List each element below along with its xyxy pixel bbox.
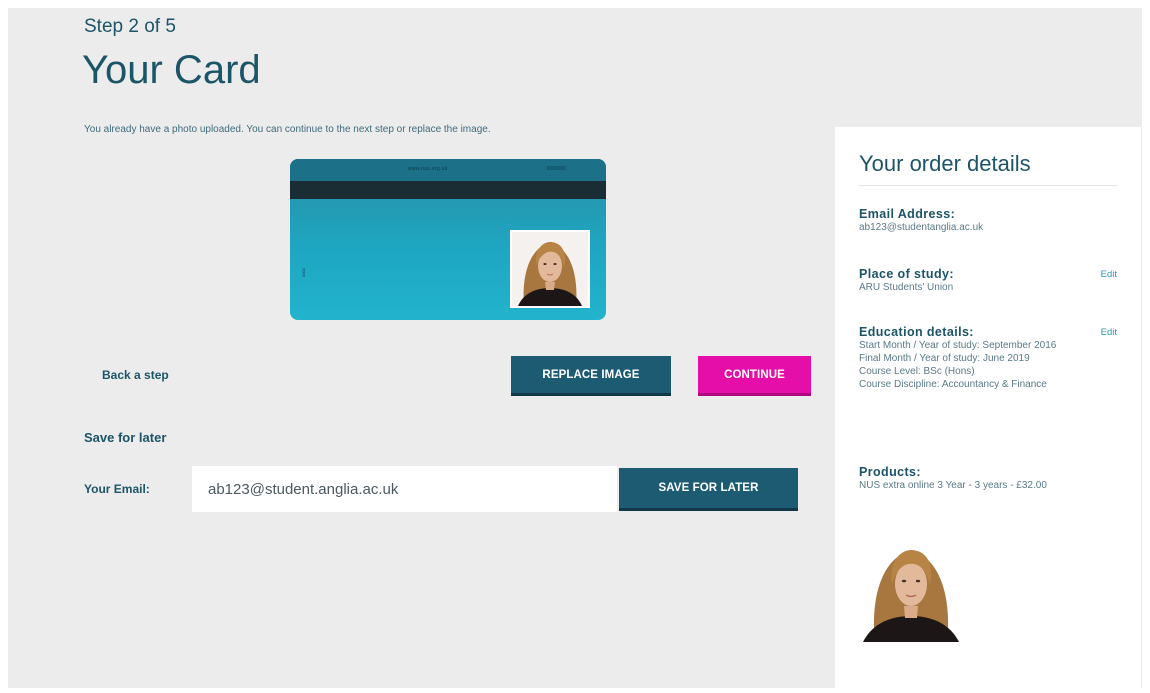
card-preview: www.nus.org.uk 0000000 0000 [290, 159, 606, 320]
email-label: Your Email: [84, 482, 150, 496]
place-section: Place of study: ARU Students' Union Edit [859, 267, 1117, 294]
education-heading: Education details: [859, 325, 974, 339]
page-background: Step 2 of 5 Your Card You already have a… [8, 8, 1142, 688]
order-photo [859, 536, 963, 642]
email-value: ab123@studentanglia.ac.uk [859, 222, 984, 233]
page-title: Your Card [82, 48, 261, 92]
order-details-title: Your order details [859, 151, 1031, 176]
place-value: ARU Students' Union [859, 282, 954, 293]
edit-place-link[interactable]: Edit [1101, 269, 1117, 280]
email-section: Email Address: ab123@studentanglia.ac.uk [859, 207, 1117, 234]
card-photo [510, 230, 590, 308]
back-step-link[interactable]: Back a step [102, 368, 169, 382]
card-url-text: www.nus.org.uk [408, 166, 448, 172]
education-line: Start Month / Year of study: September 2… [859, 340, 1057, 351]
email-heading: Email Address: [859, 207, 956, 221]
place-heading: Place of study: [859, 267, 954, 281]
education-section: Education details: Edit Start Month / Ye… [859, 325, 1117, 391]
portrait-image [512, 232, 588, 306]
portrait-image [859, 536, 963, 642]
email-input[interactable] [192, 466, 617, 512]
save-for-later-button[interactable]: SAVE FOR LATER [619, 468, 798, 511]
card-header-band: www.nus.org.uk 0000000 [290, 159, 606, 181]
card-side-text: 0000 [301, 268, 306, 277]
card-id-text: 0000000 [546, 166, 566, 172]
products-value: NUS extra online 3 Year - 3 years - £32.… [859, 480, 1047, 491]
education-line: Course Level: BSc (Hons) [859, 366, 975, 377]
step-indicator: Step 2 of 5 [84, 16, 176, 37]
replace-image-button[interactable]: REPLACE IMAGE [511, 356, 671, 396]
products-heading: Products: [859, 465, 921, 479]
education-line: Final Month / Year of study: June 2019 [859, 353, 1030, 364]
save-for-later-heading: Save for later [84, 430, 167, 445]
continue-button[interactable]: CONTINUE [698, 356, 811, 396]
divider [859, 185, 1117, 186]
edit-education-link[interactable]: Edit [1101, 327, 1117, 338]
order-details-panel: Your order details Email Address: ab123@… [835, 127, 1141, 688]
card-magnetic-stripe [290, 181, 606, 199]
intro-text: You already have a photo uploaded. You c… [84, 124, 491, 135]
products-section: Products: NUS extra online 3 Year - 3 ye… [859, 465, 1117, 492]
education-line: Course Discipline: Accountancy & Finance [859, 379, 1047, 390]
